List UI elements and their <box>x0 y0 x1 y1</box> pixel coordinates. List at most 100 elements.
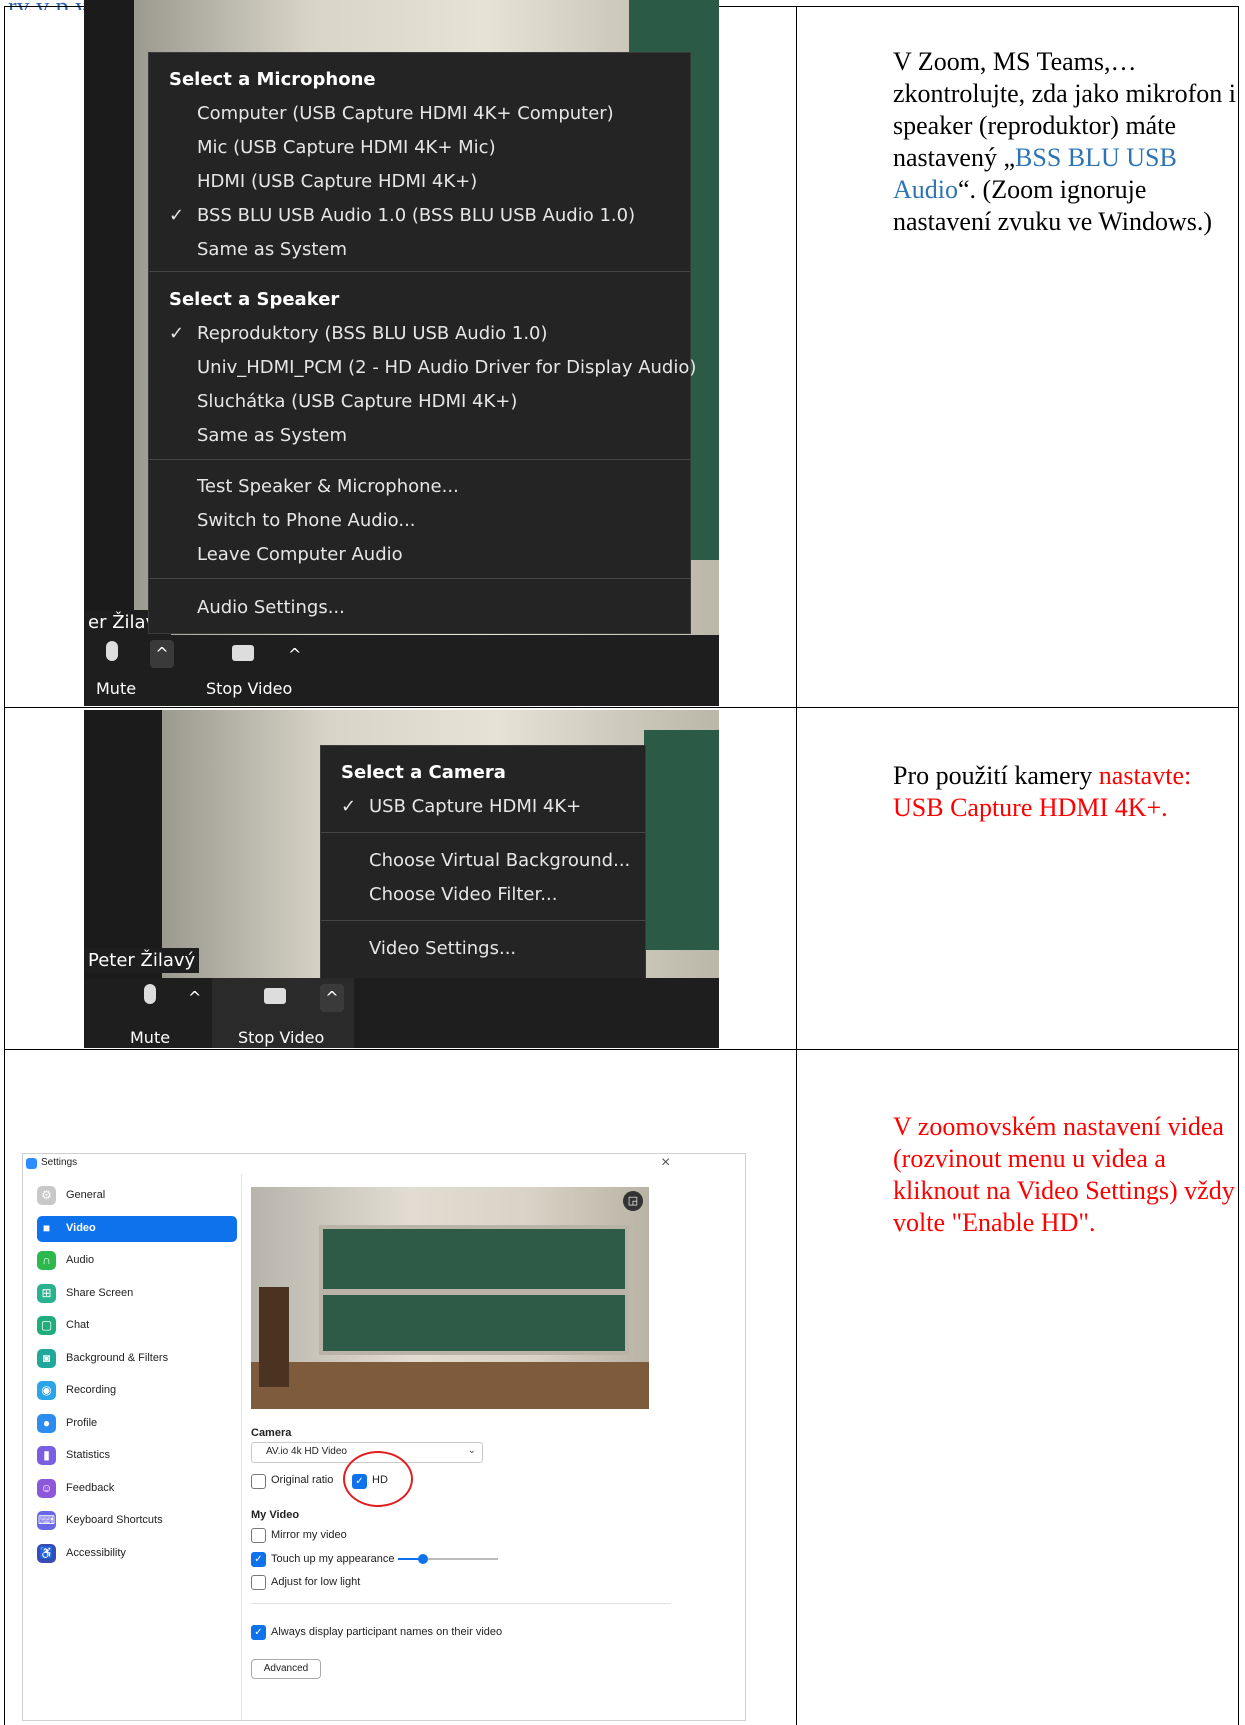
zoom-camera-screenshot: Peter Žilavý Select a Camera ✓ USB Captu… <box>84 710 719 1048</box>
video-icon: ■ <box>42 1220 51 1235</box>
slider-thumb[interactable] <box>418 1554 428 1564</box>
original-ratio-label: Original ratio <box>271 1474 334 1486</box>
sidebar-item-label: Accessibility <box>66 1546 126 1559</box>
sidebar-item-recording[interactable]: ◉ Recording <box>37 1378 237 1404</box>
check-mark-icon: ✓ <box>169 205 185 226</box>
mirror-checkbox[interactable] <box>251 1528 266 1543</box>
video-options-chevron[interactable]: ^ <box>320 984 344 1012</box>
audio-action-item[interactable]: Leave Computer Audio <box>197 544 403 565</box>
sidebar-item-share-screen[interactable]: ⊞ Share Screen <box>37 1281 237 1307</box>
stop-video-button[interactable]: Stop Video <box>206 679 292 698</box>
keyboard-icon: ⌨ <box>37 1511 56 1530</box>
touch-up-label: Touch up my appearance <box>271 1553 395 1565</box>
camera-icon <box>264 988 286 1004</box>
audio-menu: Select a Microphone Computer (USB Captur… <box>148 52 696 634</box>
speaker-option[interactable]: Reproduktory (BSS BLU USB Audio 1.0) <box>197 323 548 344</box>
microphone-option[interactable]: HDMI (USB Capture HDMI 4K+) <box>197 171 477 192</box>
sidebar-item-keyboard-shortcuts[interactable]: ⌨ Keyboard Shortcuts <box>37 1508 237 1534</box>
sidebar-item-profile[interactable]: ● Profile <box>37 1411 237 1437</box>
row2-note: Pro použití kamery nastavte: USB Capture… <box>893 761 1192 822</box>
speaker-option[interactable]: Sluchátka (USB Capture HDMI 4K+) <box>197 391 517 412</box>
camera-menu: Select a Camera ✓ USB Capture HDMI 4K+ C… <box>320 745 646 985</box>
table-border-right <box>1238 6 1239 1725</box>
audio-action-item[interactable]: Switch to Phone Audio... <box>197 510 416 531</box>
audio-options-chevron[interactable]: ^ <box>150 640 174 668</box>
statistics-icon: ▮ <box>37 1446 56 1465</box>
sidebar-item-label: Feedback <box>66 1481 115 1494</box>
hd-highlight-circle <box>343 1451 413 1507</box>
close-icon[interactable]: × <box>661 1154 670 1172</box>
microphone-option[interactable]: BSS BLU USB Audio 1.0 (BSS BLU USB Audio… <box>197 205 635 226</box>
row3-note: V zoomovském nastavení videa (rozvinout … <box>893 1112 1235 1237</box>
audio-settings-item[interactable]: Audio Settings... <box>197 597 345 618</box>
mic-header: Select a Microphone <box>169 69 376 90</box>
sidebar-item-accessibility[interactable]: ♿ Accessibility <box>37 1541 237 1567</box>
speaker-option[interactable]: Univ_HDMI_PCM (2 - HD Audio Driver for D… <box>197 357 696 378</box>
window-title: Settings <box>41 1157 78 1168</box>
microphone-option[interactable]: Computer (USB Capture HDMI 4K+ Computer) <box>197 103 614 124</box>
settings-sidebar: ⚙ General ■ Video ∩ Audio ⊞ Share Screen ▢ Chat ◙ B… <box>23 1174 242 1720</box>
virtual-background-item[interactable]: Choose Virtual Background... <box>369 850 630 871</box>
advanced-button[interactable]: Advanced <box>251 1659 321 1679</box>
share-screen-icon: ⊞ <box>37 1283 56 1303</box>
sidebar-item-feedback[interactable]: ☺ Feedback <box>37 1476 237 1502</box>
camera-icon <box>232 645 254 661</box>
touch-up-slider[interactable] <box>398 1552 500 1566</box>
feedback-icon: ☺ <box>37 1478 56 1498</box>
low-light-checkbox[interactable] <box>251 1575 266 1590</box>
display-names-checkbox[interactable]: ✓ <box>251 1625 266 1640</box>
sidebar-item-label: Share Screen <box>66 1286 134 1299</box>
chevron-down-icon: ⌄ <box>467 1445 476 1456</box>
touch-up-checkbox[interactable]: ✓ <box>251 1552 266 1567</box>
sidebar-item-label: Video <box>66 1221 96 1234</box>
control-bar: ^ Mute ^ Stop Video <box>84 978 719 1048</box>
audio-action-item[interactable]: Test Speaker & Microphone... <box>197 476 459 497</box>
sidebar-item-background-filters[interactable]: ◙ Background & Filters <box>37 1346 237 1372</box>
sidebar-item-label: Profile <box>66 1416 98 1429</box>
participant-name-tag: Peter Žilavý <box>84 948 200 973</box>
sidebar-item-label: General <box>66 1189 106 1201</box>
zoom-logo-icon <box>26 1158 37 1169</box>
check-mark-icon: ✓ <box>169 323 185 344</box>
zoom-audio-screenshot: er Žilavý Select a Microphone Computer (… <box>84 0 719 706</box>
sidebar-item-label: Statistics <box>66 1449 111 1461</box>
video-preview: ◲ <box>251 1187 649 1409</box>
sidebar-item-label: Chat <box>66 1319 90 1331</box>
microphone-option[interactable]: Same as System <box>197 239 347 260</box>
video-options-chevron[interactable]: ^ <box>288 645 301 664</box>
original-ratio-checkbox[interactable] <box>251 1474 266 1489</box>
audio-options-chevron[interactable]: ^ <box>188 988 201 1007</box>
control-bar: Mute ^ ^ Stop Video <box>84 635 719 706</box>
mute-button[interactable]: Mute <box>96 679 136 698</box>
video-settings-item[interactable]: Video Settings... <box>369 938 516 959</box>
gear-icon: ⚙ <box>37 1186 56 1205</box>
speaker-option[interactable]: Same as System <box>197 425 347 446</box>
section-divider <box>251 1603 671 1604</box>
camera-header: Select a Camera <box>341 762 506 783</box>
profile-icon: ● <box>37 1413 56 1433</box>
sidebar-item-audio[interactable]: ∩ Audio <box>37 1248 237 1274</box>
sidebar-item-label: Audio <box>66 1254 95 1266</box>
camera-option[interactable]: USB Capture HDMI 4K+ <box>369 796 581 817</box>
microphone-option[interactable]: Mic (USB Capture HDMI 4K+ Mic) <box>197 137 496 158</box>
sidebar-item-video[interactable]: ■ Video <box>37 1215 237 1242</box>
sidebar-item-label: Background & Filters <box>66 1351 169 1364</box>
accessibility-icon: ♿ <box>37 1543 56 1563</box>
mirror-label: Mirror my video <box>271 1529 347 1541</box>
sidebar-item-statistics[interactable]: ▮ Statistics <box>37 1443 237 1469</box>
camera-label: Camera <box>251 1427 292 1439</box>
title-bar: Settings × <box>23 1154 745 1174</box>
settings-window: Settings × ⚙ General ■ Video ∩ Audio ⊞ Share Sc… <box>22 1153 746 1721</box>
sidebar-item-general[interactable]: ⚙ General <box>37 1183 237 1209</box>
pop-out-icon[interactable]: ◲ <box>623 1191 643 1211</box>
table-border-row1 <box>4 707 1239 708</box>
sidebar-item-chat[interactable]: ▢ Chat <box>37 1313 237 1339</box>
row1-note: V Zoom, MS Teams,… zkontrolujte, zda jak… <box>893 47 1236 236</box>
headphones-icon: ∩ <box>37 1251 56 1270</box>
recording-icon: ◉ <box>37 1381 56 1400</box>
speaker-header: Select a Speaker <box>169 289 340 310</box>
sidebar-item-label: Recording <box>66 1384 117 1396</box>
mute-button[interactable]: Mute <box>130 1028 170 1047</box>
stop-video-button[interactable]: Stop Video <box>238 1028 324 1047</box>
video-filter-item[interactable]: Choose Video Filter... <box>369 884 557 905</box>
